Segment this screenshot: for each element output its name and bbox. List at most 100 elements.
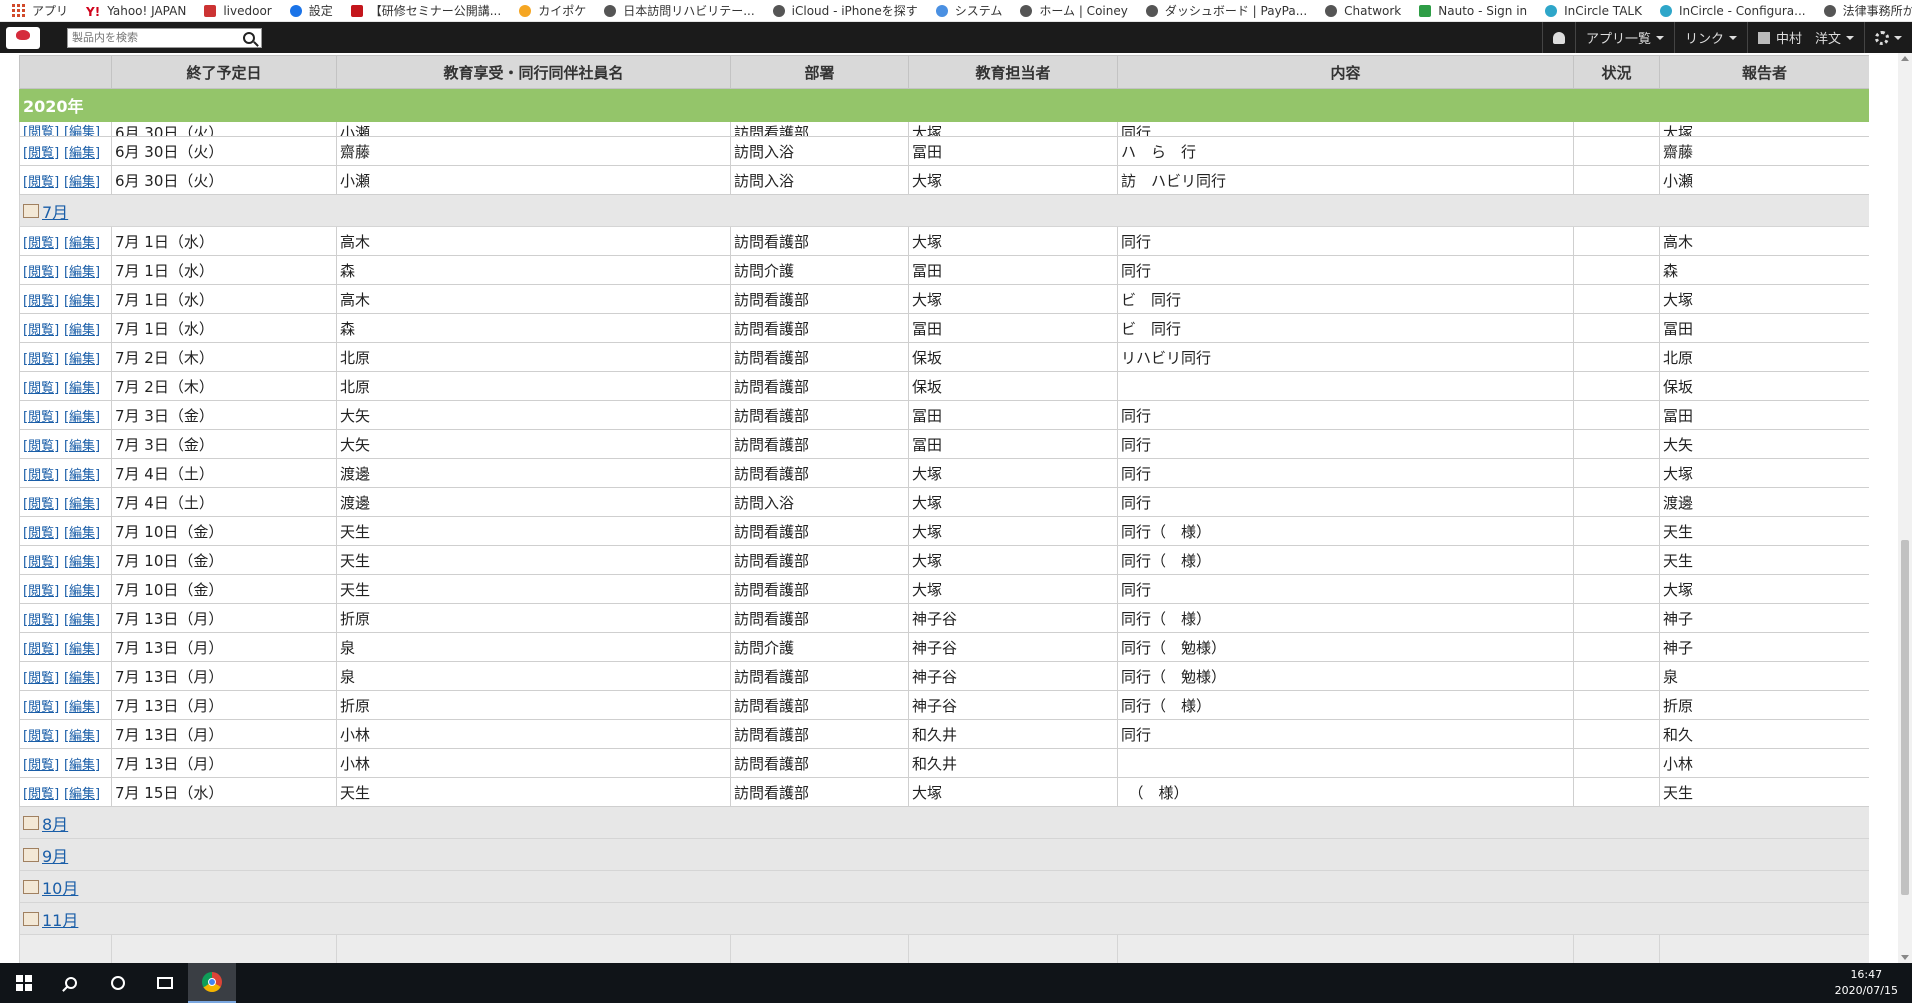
table-row[interactable]: [閲覧] [編集] 7月 1日（水） 高木 訪問看護部 大塚ビ 同行 大塚 (19, 284, 1869, 314)
view-link[interactable]: [閲覧] (23, 146, 59, 161)
table-row[interactable]: [閲覧] [編集] 7月 13日（月）泉訪問看護部 神子谷 同行（ 勉様）泉 (19, 661, 1869, 691)
table-row[interactable]: [閲覧] [編集] 7月 4日（土） 渡邊 訪問看護部 大塚 同行 大塚 (19, 458, 1869, 488)
bookmark-item[interactable]: 【研修セミナー公開講... (350, 2, 501, 19)
edit-link[interactable]: [編集] (64, 410, 100, 425)
notification-button[interactable] (1541, 22, 1575, 53)
edit-link[interactable]: [編集] (64, 787, 100, 802)
bookmark-item[interactable]: ダッシュボード | PayPa... (1145, 2, 1307, 19)
view-link[interactable]: [閲覧] (23, 175, 59, 190)
view-link[interactable]: [閲覧] (23, 323, 59, 338)
edit-link[interactable]: [編集] (64, 439, 100, 454)
month-group-row[interactable]: 9月 (19, 838, 1869, 871)
view-link[interactable]: [閲覧] (23, 497, 59, 512)
table-row[interactable]: [閲覧] [編集] 7月 4日（土） 渡邊 訪問入浴 大塚 同行 渡邊 (19, 487, 1869, 517)
bookmark-item[interactable]: 日本訪問リハビリテー... (604, 2, 755, 19)
month-link[interactable]: 8月 (42, 815, 68, 834)
bookmark-item[interactable]: システム (935, 2, 1002, 19)
table-row[interactable]: [閲覧] [編集] 6月 30日（火） 小瀬 訪問入浴 大塚訪 ハビリ同行 小瀬 (19, 165, 1869, 195)
view-link[interactable]: [閲覧] (23, 410, 59, 425)
view-link[interactable]: [閲覧] (23, 787, 59, 802)
bookmark-item[interactable]: Chatwork (1325, 4, 1401, 18)
scroll-down-icon[interactable] (1901, 955, 1909, 960)
header-end-date[interactable]: 終了予定日 (111, 55, 337, 89)
edit-link[interactable]: [編集] (64, 642, 100, 657)
edit-link[interactable]: [編集] (64, 381, 100, 396)
month-link[interactable]: 10月 (42, 879, 78, 898)
edit-link[interactable]: [編集] (64, 526, 100, 541)
scroll-thumb[interactable] (1901, 540, 1909, 895)
header-status[interactable]: 状況 (1573, 55, 1660, 89)
edit-link[interactable]: [編集] (64, 758, 100, 773)
edit-link[interactable]: [編集] (64, 700, 100, 715)
table-row[interactable]: [閲覧] [編集] 7月 13日（月）泉訪問介護 神子谷 同行（ 勉様） 神子 (19, 632, 1869, 662)
folder-icon[interactable] (23, 911, 39, 926)
bookmark-item[interactable]: InCircle TALK (1545, 4, 1642, 18)
scroll-up-icon[interactable] (1901, 56, 1909, 61)
header-instructor[interactable]: 教育担当者 (908, 55, 1118, 89)
table-row[interactable]: [閲覧] [編集] 7月 13日（月） 折原 訪問看護部 神子谷 同行（ 様） 折原 (19, 690, 1869, 720)
table-row[interactable]: [閲覧] [編集] 7月 10日（金） 天生 訪問看護部 大塚 同行（ 様） 天生 (19, 516, 1869, 546)
view-link[interactable]: [閲覧] (23, 729, 59, 744)
table-row[interactable]: [閲覧] [編集] 7月 13日（月） 小林 訪問看護部 和久井 小林 (19, 748, 1869, 778)
vertical-scrollbar[interactable] (1898, 53, 1912, 963)
view-link[interactable]: [閲覧] (23, 613, 59, 628)
edit-link[interactable]: [編集] (64, 175, 100, 190)
edit-link[interactable]: [編集] (64, 352, 100, 367)
app-logo[interactable] (6, 26, 40, 49)
user-menu[interactable]: 中村 洋文 (1746, 22, 1864, 53)
table-row[interactable]: [閲覧] [編集] 6月 30日（火） 齋藤 訪問入浴 冨田ハ ら 行齋藤 (19, 136, 1869, 166)
view-link[interactable]: [閲覧] (23, 125, 59, 136)
bookmark-item[interactable]: Nauto - Sign in (1419, 4, 1527, 18)
edit-link[interactable]: [編集] (64, 468, 100, 483)
view-link[interactable]: [閲覧] (23, 671, 59, 686)
view-link[interactable]: [閲覧] (23, 439, 59, 454)
bookmark-item[interactable]: InCircle - Configura... (1659, 4, 1806, 18)
edit-link[interactable]: [編集] (64, 323, 100, 338)
folder-icon[interactable] (23, 879, 39, 894)
view-link[interactable]: [閲覧] (23, 758, 59, 773)
month-group-row[interactable]: 8月 (19, 806, 1869, 839)
view-link[interactable]: [閲覧] (23, 700, 59, 715)
edit-link[interactable]: [編集] (64, 294, 100, 309)
search-icon[interactable] (243, 31, 255, 44)
bookmark-item[interactable]: カイポケ (519, 2, 586, 19)
header-department[interactable]: 部署 (730, 55, 909, 89)
edit-link[interactable]: [編集] (64, 671, 100, 686)
header-actions[interactable] (19, 55, 112, 89)
start-button[interactable] (0, 963, 47, 1003)
settings-menu[interactable] (1864, 22, 1912, 53)
system-clock[interactable]: 16:47 2020/07/15 (1835, 967, 1898, 999)
bookmark-item[interactable]: Y! Yahoo! JAPAN (86, 4, 186, 19)
table-row[interactable]: [閲覧] [編集] 7月 10日（金） 天生 訪問看護部 大塚 同行 大塚 (19, 574, 1869, 604)
month-link[interactable]: 11月 (42, 911, 78, 930)
folder-icon[interactable] (23, 815, 39, 830)
year-group-row[interactable]: 2020年 (19, 88, 1869, 122)
view-link[interactable]: [閲覧] (23, 468, 59, 483)
table-row[interactable]: [閲覧] [編集] 7月 2日（木） 北原 訪問看護部 保坂 リハビリ同行 北原 (19, 342, 1869, 372)
bookmark-item[interactable]: アプリ (12, 2, 68, 19)
view-link[interactable]: [閲覧] (23, 381, 59, 396)
month-group-row[interactable]: 11月 (19, 902, 1869, 935)
view-link[interactable]: [閲覧] (23, 352, 59, 367)
app-list-menu[interactable]: アプリ一覧 (1574, 22, 1674, 53)
task-view-button[interactable] (141, 963, 188, 1003)
month-group-row[interactable]: 10月 (19, 870, 1869, 903)
header-employee-name[interactable]: 教育享受・同行同伴社員名 (336, 55, 731, 89)
link-menu[interactable]: リンク (1673, 22, 1747, 53)
view-link[interactable]: [閲覧] (23, 294, 59, 309)
folder-icon[interactable] (23, 847, 39, 862)
bookmark-item[interactable]: 法律事務所かなめ (1823, 2, 1912, 19)
bookmark-item[interactable]: ホーム | Coiney (1020, 2, 1128, 19)
bookmark-item[interactable]: iCloud - iPhoneを探す (772, 2, 918, 19)
view-link[interactable]: [閲覧] (23, 526, 59, 541)
folder-icon[interactable] (23, 203, 39, 218)
edit-link[interactable]: [編集] (64, 265, 100, 280)
view-link[interactable]: [閲覧] (23, 642, 59, 657)
table-row[interactable]: [閲覧] [編集] 7月 13日（月） 小林 訪問看護部 和久井 同行 和久 (19, 719, 1869, 749)
edit-link[interactable]: [編集] (64, 555, 100, 570)
bookmark-item[interactable]: 設定 (289, 2, 333, 19)
edit-link[interactable]: [編集] (64, 236, 100, 251)
table-row[interactable]: [閲覧] [編集] 7月 1日（水）森訪問介護 冨田 同行森 (19, 255, 1869, 285)
table-row[interactable]: [閲覧] [編集] 7月 2日（木） 北原 訪問看護部 保坂 保坂 (19, 371, 1869, 401)
edit-link[interactable]: [編集] (64, 613, 100, 628)
